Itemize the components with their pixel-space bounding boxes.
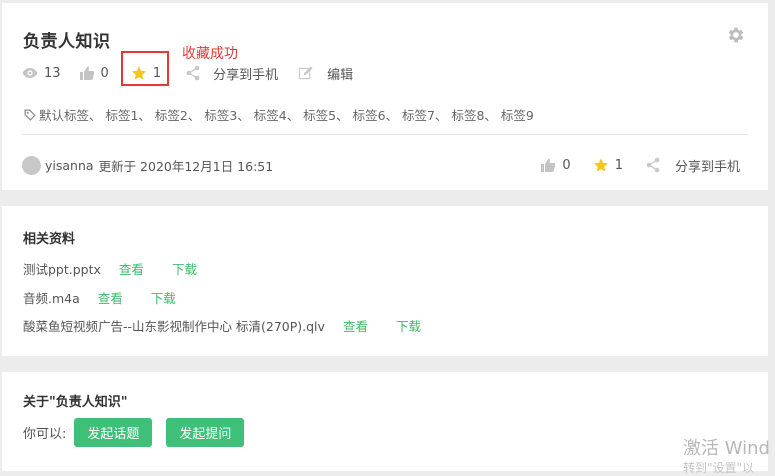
edit-button[interactable]: 编辑 bbox=[298, 64, 353, 83]
list-item: 酸菜鱼短视频广告--山东影视制作中心 标清(270P).qlv 查看 下载 bbox=[23, 316, 421, 335]
tags-text: 默认标签、 标签1、 标签2、 标签3、 标签4、 标签5、 标签6、 标签7、… bbox=[39, 108, 534, 123]
favorite-success-annotation: 收藏成功 bbox=[182, 46, 238, 62]
related-materials-card: 相关资料 测试ppt.pptx 查看 下载 音频.m4a 查看 下载 酸菜鱼短视… bbox=[2, 206, 768, 356]
start-topic-button[interactable]: 发起话题 bbox=[74, 418, 153, 447]
start-question-button[interactable]: 发起提问 bbox=[166, 418, 245, 447]
updated-text: 更新于 2020年12月1日 16:51 bbox=[98, 158, 274, 174]
about-title: 关于"负责人知识" bbox=[23, 395, 128, 410]
views-count: 13 bbox=[44, 65, 61, 81]
list-item: 测试ppt.pptx 查看 下载 bbox=[23, 259, 197, 278]
file-name: 测试ppt.pptx bbox=[23, 262, 101, 277]
document-card: 负责人知识 13 0 1 分享到手机 编辑 收藏成功 默认标签、 标签1、 标签… bbox=[2, 3, 768, 190]
likes-count: 0 bbox=[100, 65, 109, 81]
star-icon bbox=[593, 158, 608, 172]
footer-share-label: 分享到手机 bbox=[674, 159, 740, 175]
author-name[interactable]: yisanna bbox=[45, 158, 94, 173]
share-icon bbox=[186, 65, 200, 81]
like-button[interactable]: 0 bbox=[79, 65, 109, 81]
activation-watermark-sub: 转到"设置"以 bbox=[683, 461, 755, 475]
list-item: 音频.m4a 查看 下载 bbox=[23, 288, 176, 307]
favorite-highlight-box bbox=[121, 51, 169, 86]
footer-likes-count: 0 bbox=[562, 157, 571, 173]
tag-list: 默认标签、 标签1、 标签2、 标签3、 标签4、 标签5、 标签6、 标签7、… bbox=[24, 105, 534, 124]
page-title: 负责人知识 bbox=[23, 32, 111, 52]
footer-like-button[interactable]: 0 bbox=[540, 157, 571, 173]
about-actions: 你可以: 发起话题 发起提问 bbox=[23, 418, 245, 447]
view-link[interactable]: 查看 bbox=[343, 316, 368, 335]
footer-favorite-button[interactable]: 1 bbox=[593, 157, 623, 173]
thumbs-up-icon bbox=[541, 158, 556, 172]
views-stat: 13 bbox=[22, 66, 61, 81]
view-link[interactable]: 查看 bbox=[119, 259, 144, 278]
thumbs-up-icon bbox=[79, 66, 94, 80]
edit-label: 编辑 bbox=[327, 67, 354, 83]
footer-stats: 0 1 分享到手机 bbox=[540, 155, 740, 175]
activation-watermark: 激活 Wind bbox=[683, 438, 770, 459]
share-label: 分享到手机 bbox=[213, 67, 279, 83]
avatar[interactable] bbox=[22, 155, 41, 175]
file-name: 酸菜鱼短视频广告--山东影视制作中心 标清(270P).qlv bbox=[23, 319, 325, 334]
related-title: 相关资料 bbox=[23, 232, 76, 247]
file-name: 音频.m4a bbox=[23, 291, 80, 306]
gear-icon[interactable] bbox=[726, 25, 746, 45]
author-byline: yisanna 更新于 2020年12月1日 16:51 bbox=[22, 155, 273, 175]
footer-favorites-count: 1 bbox=[614, 157, 623, 173]
tag-icon bbox=[24, 109, 36, 121]
edit-icon bbox=[298, 65, 313, 79]
download-link[interactable]: 下载 bbox=[172, 259, 197, 278]
about-prompt: 你可以: bbox=[23, 427, 67, 442]
about-card: 关于"负责人知识" 你可以: 发起话题 发起提问 bbox=[2, 372, 768, 471]
view-link[interactable]: 查看 bbox=[98, 288, 123, 307]
share-to-phone-button[interactable]: 分享到手机 bbox=[185, 64, 278, 83]
divider bbox=[22, 134, 748, 135]
eye-icon bbox=[22, 68, 38, 78]
share-icon bbox=[646, 157, 660, 173]
download-link[interactable]: 下载 bbox=[151, 288, 176, 307]
download-link[interactable]: 下载 bbox=[396, 316, 421, 335]
footer-share-button[interactable]: 分享到手机 bbox=[645, 156, 740, 175]
document-stats: 13 0 1 分享到手机 编辑 bbox=[22, 63, 371, 83]
